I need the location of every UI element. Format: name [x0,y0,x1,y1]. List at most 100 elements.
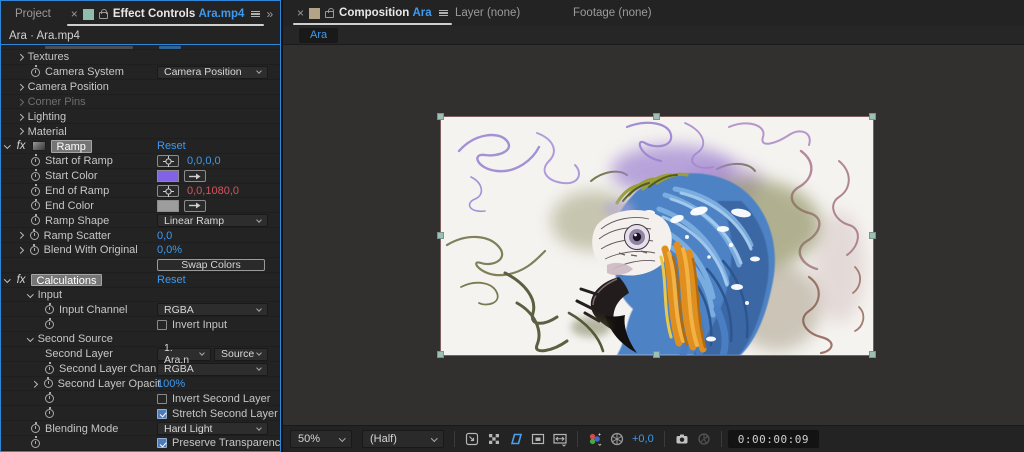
magnification-dropdown[interactable]: 50% [290,430,352,448]
stopwatch-icon[interactable] [45,320,54,329]
tab-overflow-icon[interactable]: » [266,7,280,21]
invert-input-checkbox[interactable] [157,320,167,330]
group-row-camera-position[interactable]: Camera Position [1,80,280,95]
stopwatch-icon[interactable] [45,305,54,314]
point-picker-icon[interactable] [157,185,179,197]
point-value[interactable]: 0,0,0,0 [187,155,221,167]
disclosure-icon[interactable] [17,99,23,105]
effect-header-ramp[interactable]: fxRampReset [1,139,280,154]
show-snapshot-button[interactable] [694,429,714,449]
tab-composition[interactable]: × Composition Ara [291,0,454,26]
snapshot-button[interactable] [672,429,692,449]
timecode-display[interactable]: 0:00:00:09 [728,430,819,448]
disclosure-icon[interactable] [17,54,23,60]
stopwatch-icon[interactable] [45,394,54,403]
selection-handle-top-center[interactable] [653,113,660,120]
disclosure-icon[interactable] [17,128,23,134]
tab-project[interactable]: Project [1,8,65,20]
panel-menu-icon[interactable] [439,10,448,17]
pixel-aspect-correction-button[interactable] [550,429,570,449]
disclosure-icon[interactable] [31,381,37,387]
stopwatch-icon[interactable] [31,172,40,181]
stopwatch-icon[interactable] [45,365,54,374]
selection-handle-mid-right[interactable] [869,232,876,239]
close-icon[interactable]: × [71,8,78,20]
scrub-value[interactable]: 100% [157,378,185,390]
resolution-dropdown[interactable]: (Half) [362,430,444,448]
stopwatch-icon[interactable] [31,187,40,196]
stretch-second-layer-checkbox[interactable] [157,409,167,419]
reset-link[interactable]: Reset [157,274,186,286]
effect-name-chip[interactable]: Ramp [51,140,92,153]
effect-header-calculations[interactable]: fxCalculationsReset [1,273,280,288]
disclosure-icon[interactable] [27,291,33,297]
effect-name-chip[interactable]: Calculations [31,274,103,287]
selection-handle-bottom-left[interactable] [437,351,444,358]
group-row-second-source[interactable]: Second Source [1,332,280,347]
second-layer-source-dropdown[interactable]: Source [214,348,268,361]
exposure-value[interactable]: +0,0 [632,433,654,445]
stopwatch-icon[interactable] [30,246,39,255]
stopwatch-icon[interactable] [31,157,40,166]
disclosure-icon[interactable] [4,142,10,148]
end-color-swatch[interactable] [157,200,179,212]
lock-icon[interactable] [99,12,108,19]
disclosure-icon[interactable] [17,84,23,90]
reset-link[interactable]: Reset [157,140,186,152]
eyedropper-icon[interactable] [184,200,206,212]
second-layer-dropdown[interactable]: 1. Ara.n [157,348,211,361]
stopwatch-icon[interactable] [30,231,39,240]
invert-second-layer-checkbox[interactable] [157,394,167,404]
eyedropper-icon[interactable] [184,170,206,182]
channel-settings-button[interactable] [585,429,605,449]
stopwatch-icon[interactable] [31,439,40,448]
mask-visibility-button[interactable] [506,429,526,449]
preserve-transparency-checkbox[interactable] [157,438,167,448]
tab-footage[interactable]: Footage (none) [573,0,652,26]
stopwatch-icon[interactable] [31,424,40,433]
point-picker-icon[interactable] [157,155,179,167]
lock-icon[interactable] [325,11,334,18]
scrub-value[interactable]: 0,0 [157,230,172,242]
stopwatch-icon[interactable] [31,68,40,77]
composition-canvas[interactable] [441,117,873,355]
group-row-corner-pins[interactable]: Corner Pins [1,95,280,110]
stopwatch-icon[interactable] [44,379,53,388]
tab-layer[interactable]: Layer (none) [455,0,520,26]
close-icon[interactable]: × [297,7,304,19]
start-color-swatch[interactable] [157,170,179,182]
disclosure-icon[interactable] [17,232,23,238]
stopwatch-icon[interactable] [31,216,40,225]
disclosure-icon[interactable] [17,247,23,253]
stopwatch-icon[interactable] [45,409,54,418]
swap-colors-button[interactable]: Swap Colors [157,259,265,272]
group-row-lighting[interactable]: Lighting [1,109,280,124]
selection-handle-bottom-right[interactable] [869,351,876,358]
blending-mode-dropdown[interactable]: Hard Light [157,422,268,435]
disclosure-icon[interactable] [4,276,10,282]
disclosure-icon[interactable] [17,114,23,120]
group-row-material[interactable]: Material [1,124,280,139]
grid-and-guides-button[interactable] [462,429,482,449]
transparency-grid-button[interactable] [484,429,504,449]
selection-handle-top-right[interactable] [869,113,876,120]
selection-handle-bottom-center[interactable] [653,351,660,358]
scrub-value[interactable]: 0,0% [157,244,182,256]
ramp-shape-dropdown[interactable]: Linear Ramp [157,214,268,227]
selection-handle-top-left[interactable] [437,113,444,120]
disclosure-icon[interactable] [27,335,33,341]
tab-effect-controls[interactable]: × Effect Controls Ara.mp4 [65,1,267,27]
composition-viewer[interactable] [283,45,1024,425]
second-layer-channel-dropdown[interactable]: RGBA [157,363,268,376]
point-value[interactable]: 0,0,1080,0 [187,185,239,197]
group-row-input[interactable]: Input [1,288,280,303]
input-channel-dropdown[interactable]: RGBA [157,303,268,316]
panel-menu-icon[interactable] [251,11,260,18]
camera-system-dropdown[interactable]: Camera Position [157,66,268,79]
exposure-button[interactable] [607,429,627,449]
breadcrumb-comp-name[interactable]: Ara [299,28,338,43]
group-row-textures[interactable]: Textures [1,50,280,65]
selection-handle-mid-left[interactable] [437,232,444,239]
stopwatch-icon[interactable] [31,201,40,210]
region-of-interest-button[interactable] [528,429,548,449]
